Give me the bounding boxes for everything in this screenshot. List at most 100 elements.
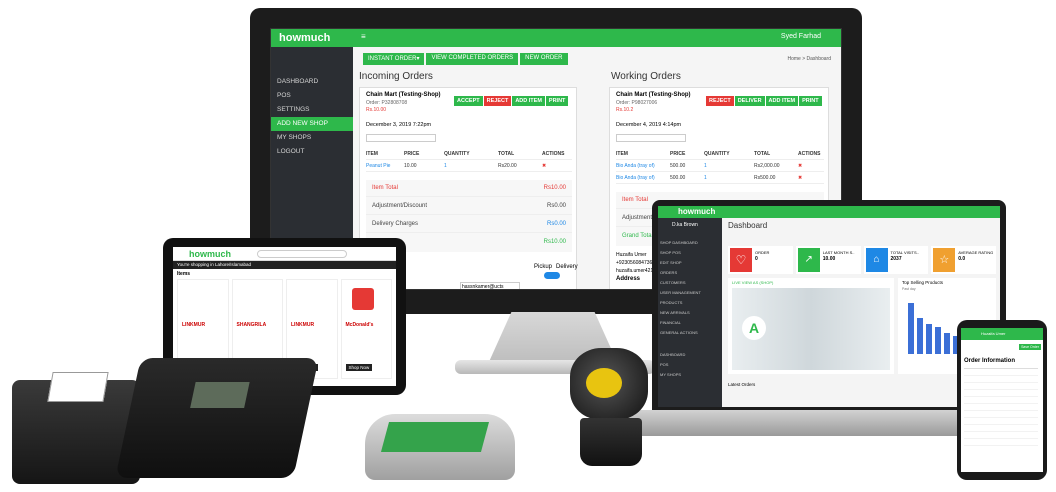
chart-bar: [926, 324, 932, 354]
stat-card-visits[interactable]: ⌂ TOTAL VISITS.. 2037: [863, 246, 929, 274]
total-value: Rs0.00: [546, 203, 566, 209]
print-button[interactable]: PRINT: [545, 96, 569, 106]
save-order-button[interactable]: Save Order: [1019, 344, 1041, 350]
brand-logo[interactable]: howmuch: [678, 207, 715, 216]
item-price[interactable]: 10.00: [404, 160, 444, 171]
print-button[interactable]: PRINT: [799, 96, 822, 106]
item-quantity[interactable]: 1: [704, 172, 754, 183]
brand-logo[interactable]: howmuch: [189, 249, 231, 259]
sidebar-item-pos[interactable]: POS: [271, 89, 353, 103]
stat-label: TOTAL VISITS..: [890, 250, 919, 255]
item-quantity[interactable]: 1: [704, 160, 754, 171]
panel-title: LIVE VIEW AS (SHOP): [732, 280, 774, 285]
order-info-form[interactable]: [964, 368, 1038, 448]
stat-value: 0.0: [958, 256, 966, 262]
stat-card-last-month[interactable]: ↗ LAST MONTH S.. 10.00: [795, 246, 861, 274]
stat-value: 10.00: [822, 256, 836, 262]
menu-item[interactable]: CUSTOMERS: [660, 278, 720, 288]
item-price[interactable]: 500.00: [670, 160, 704, 171]
laptop-device: howmuch D.ka Brown SHOP DASHBOARD SHOP P…: [652, 200, 1006, 413]
panel-title: Top Selling Products: [902, 280, 944, 285]
reject-button[interactable]: REJECT: [706, 96, 734, 106]
location-banner: You're shopping in Lahore/Islamabad: [173, 261, 396, 269]
pos-terminal: [365, 414, 515, 480]
menu-item[interactable]: EDIT SHOP: [660, 258, 720, 268]
phone-device: Huzaifa Umer Save Order Order Informatio…: [957, 320, 1047, 480]
item-name[interactable]: Bio Anda (tray of): [616, 172, 670, 183]
menu-item[interactable]: SHOP POS: [660, 248, 720, 258]
brand-logo[interactable]: howmuch: [279, 32, 330, 44]
menu-item[interactable]: USER MANAGEMENT: [660, 288, 720, 298]
menu-item[interactable]: DASHBOARD: [660, 350, 720, 360]
item-price[interactable]: 500.00: [670, 172, 704, 183]
pickup-delivery-toggle[interactable]: [544, 272, 560, 279]
menu-item[interactable]: ORDERS: [660, 268, 720, 278]
product-card[interactable]: McDonald's Shop Now: [340, 279, 392, 379]
menu-item[interactable]: FINANCIAL: [660, 318, 720, 328]
delete-icon[interactable]: ✖: [798, 172, 824, 183]
sidebar-item-add-new-shop[interactable]: ADD NEW SHOP: [271, 117, 353, 131]
menu-item[interactable]: POS: [660, 360, 720, 370]
chart-bar: [908, 303, 914, 354]
stat-card-orders[interactable]: ♡ ORDER 0: [728, 246, 793, 274]
delete-icon[interactable]: ✖: [542, 160, 572, 171]
sidebar-item-my-shops[interactable]: MY SHOPS: [271, 131, 353, 145]
star-icon: ☆: [933, 248, 956, 272]
menu-item[interactable]: PRODUCTS: [660, 298, 720, 308]
search-field[interactable]: [616, 134, 686, 142]
scanner-base: [580, 418, 642, 466]
sidebar-item-settings[interactable]: SETTINGS: [271, 103, 353, 117]
barcode-scanner: [570, 348, 648, 468]
menu-item[interactable]: SHOP DASHBOARD: [660, 238, 720, 248]
search-input[interactable]: [257, 250, 347, 258]
menu-item[interactable]: MY SHOPS: [660, 370, 720, 380]
tab-view-completed-orders[interactable]: VIEW COMPLETED ORDERS: [426, 53, 519, 65]
reject-button[interactable]: REJECT: [483, 96, 512, 106]
banner-text: You're shopping in Lahore/Islamabad: [177, 262, 251, 267]
stat-label: AVERAGE RATING: [958, 250, 994, 255]
pos-terminal-screen: [380, 422, 490, 452]
item-name[interactable]: Bio Anda (tray of): [616, 160, 670, 171]
item-name[interactable]: Peanut Pie: [366, 160, 404, 171]
brand-name: SHANGRILA: [236, 322, 267, 328]
stat-value: 2037: [890, 256, 902, 262]
stat-card-rating[interactable]: ☆ AVERAGE RATING 0.0: [931, 246, 996, 274]
menu-icon[interactable]: ≡: [361, 32, 366, 41]
customer-phone: +923056084736: [616, 260, 653, 266]
total-row: Item Total Rs10.00: [366, 180, 572, 197]
menu-item[interactable]: NEW ARRIVALS: [660, 308, 720, 318]
sidebar-item-dashboard[interactable]: DASHBOARD: [271, 75, 353, 89]
menu-item[interactable]: GENERAL ACTIONS: [660, 328, 720, 338]
chart-bar: [935, 327, 941, 354]
tablet-header: howmuch: [173, 247, 396, 261]
phone-topbar: Huzaifa Umer: [961, 328, 1043, 340]
sidebar-item-logout[interactable]: LOGOUT: [271, 145, 353, 159]
delivery-label: Delivery: [556, 264, 578, 270]
user-name[interactable]: Syed Farhad: [781, 33, 821, 40]
add-item-button[interactable]: ADD ITEM: [765, 96, 799, 106]
search-field[interactable]: [366, 134, 436, 142]
laptop-sidebar: D.ka Brown SHOP DASHBOARD SHOP POS EDIT …: [658, 218, 722, 407]
tab-new-order[interactable]: NEW ORDER: [520, 53, 568, 65]
store-logo-icon: A: [742, 316, 766, 340]
mcdonalds-logo-icon: [351, 288, 374, 310]
item-total: Rs2,000.00: [754, 163, 780, 169]
customer-email-field[interactable]: hassnkamer@ucts: [460, 282, 520, 289]
column-header: QUANTITY: [444, 151, 470, 157]
delete-icon[interactable]: ✖: [798, 160, 824, 171]
working-items-table: ITEM PRICE QUANTITY TOTAL ACTIONS Bio An…: [616, 148, 824, 184]
total-row: Delivery Charges Rs0.00: [366, 216, 572, 233]
item-quantity[interactable]: 1: [444, 160, 498, 171]
accept-button[interactable]: ACCEPT: [454, 96, 483, 106]
shop-now-button[interactable]: Shop Now: [345, 364, 373, 371]
incoming-orders-title: Incoming Orders: [359, 71, 433, 82]
tab-instant-order[interactable]: INSTANT ORDER▾: [363, 53, 425, 65]
order-date: December 3, 2019 7:22pm: [366, 122, 432, 128]
breadcrumb: Home > Dashboard: [787, 56, 832, 62]
total-value[interactable]: Rs0.00: [547, 216, 566, 232]
total-label: Grand Total: [622, 233, 653, 239]
deliver-button[interactable]: DELIVER: [734, 96, 765, 106]
add-item-button[interactable]: ADD ITEM: [512, 96, 545, 106]
column-header: ITEM: [616, 151, 628, 157]
order-number: Order: P32808708: [366, 100, 408, 106]
